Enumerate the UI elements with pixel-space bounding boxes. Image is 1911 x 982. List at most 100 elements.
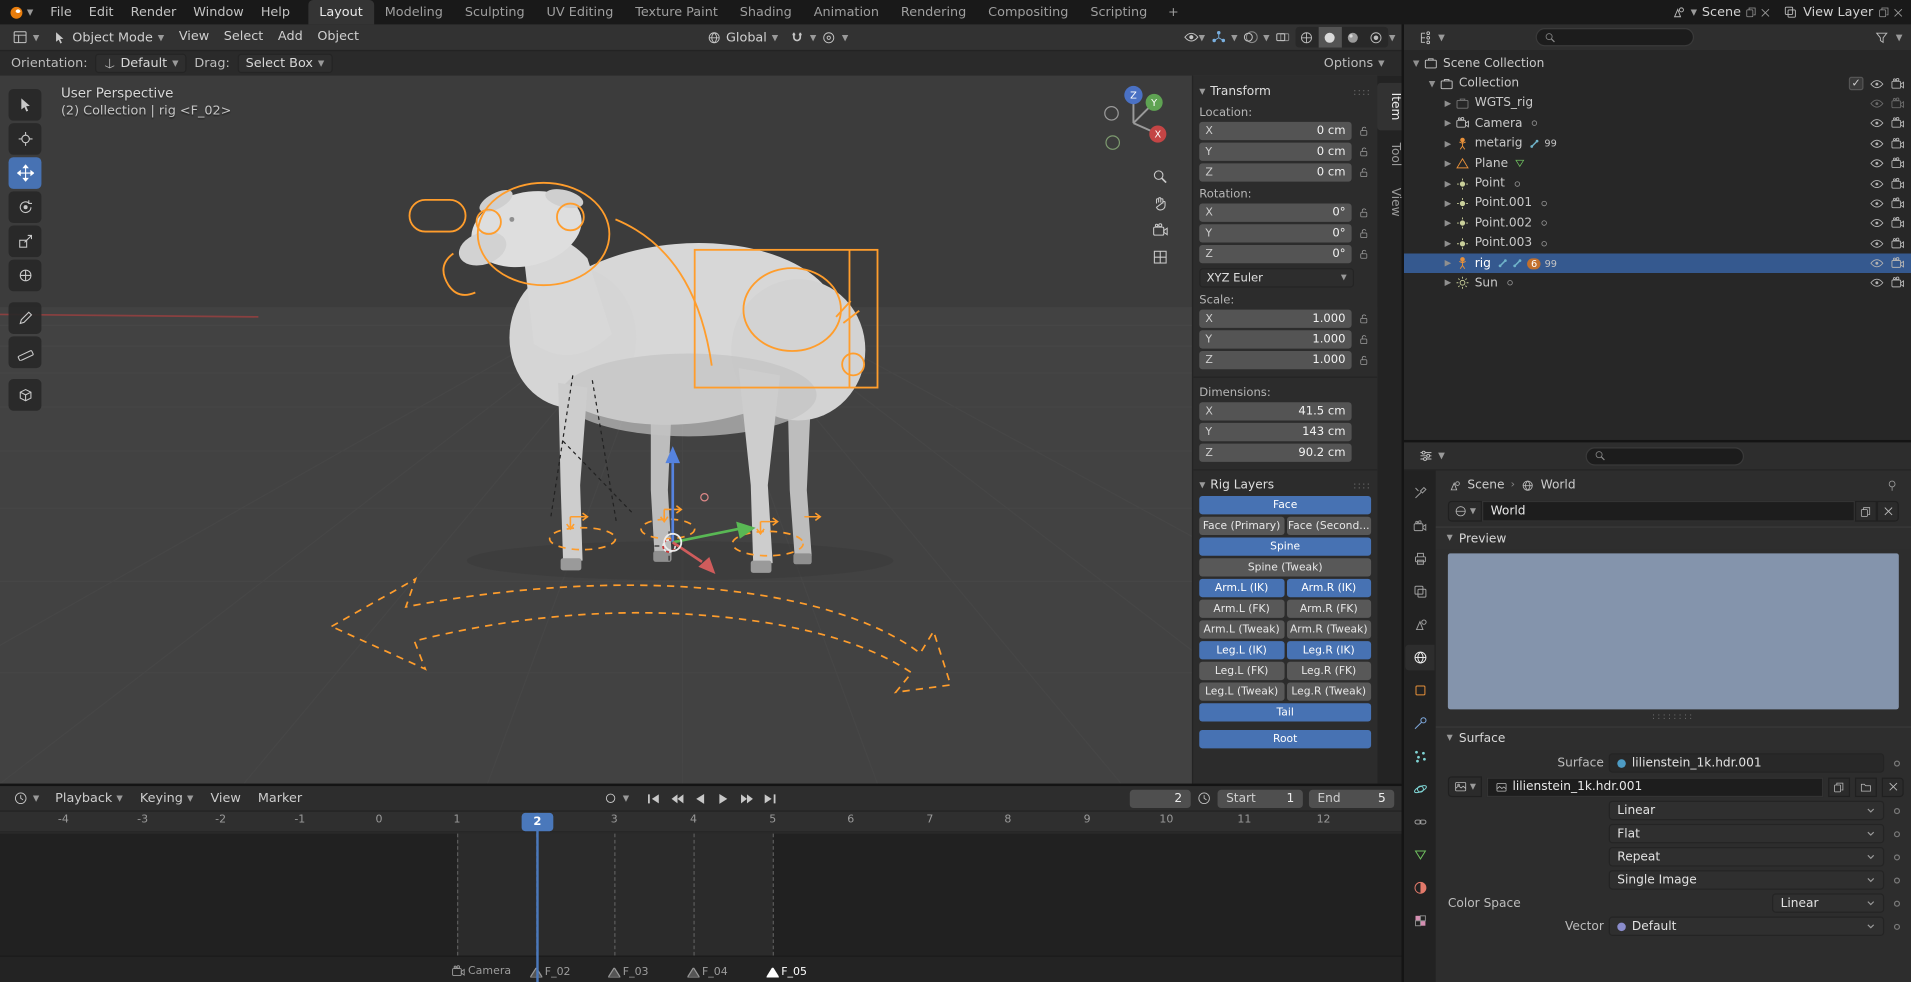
rig-layer-leg-r-ik[interactable]: Leg.R (IK) — [1286, 641, 1372, 660]
camera-view-icon[interactable] — [1152, 222, 1169, 239]
lock-icon[interactable] — [1355, 124, 1371, 137]
hide-viewport-toggle[interactable] — [1870, 136, 1885, 151]
tool-transform[interactable] — [8, 259, 42, 292]
lock-icon[interactable] — [1355, 247, 1371, 260]
timeline-marker-f-03[interactable]: F_03 — [608, 966, 649, 979]
timeline-editor-type-button[interactable]: ▾ — [7, 790, 45, 807]
default-dropdown[interactable]: Default — [1608, 916, 1885, 936]
decorator-dot[interactable] — [1889, 876, 1904, 883]
exclude-checkbox[interactable]: ✓ — [1848, 76, 1864, 91]
rig-layer-arm-l-fk[interactable]: Arm.L (FK) — [1199, 599, 1284, 618]
previous-keyframe-button[interactable] — [667, 789, 688, 809]
proportional-editing-toggle[interactable] — [817, 27, 840, 48]
repeat-dropdown[interactable]: Repeat — [1608, 847, 1885, 867]
location-x-field[interactable]: X0 cm — [1199, 121, 1352, 141]
hide-viewport-toggle[interactable] — [1870, 196, 1885, 211]
properties-tab-view-layer[interactable] — [1405, 579, 1434, 605]
rig-layer-spine-tweak[interactable]: Spine (Tweak) — [1199, 558, 1372, 577]
rotation-x-field[interactable]: X 0° — [1199, 203, 1352, 222]
open-image-button[interactable] — [1854, 776, 1877, 797]
properties-tab-particles[interactable] — [1405, 743, 1434, 769]
workspace-tab-sculpting[interactable]: Sculpting — [454, 0, 536, 24]
scene-selector[interactable]: ▾ Scene — [1671, 5, 1771, 20]
shading-material-button[interactable] — [1342, 27, 1365, 48]
timeline-menu-marker[interactable]: Marker — [249, 786, 310, 811]
object-type-visibility-button[interactable]: ▾ — [1182, 27, 1205, 48]
unlink-datablock-button[interactable] — [1876, 500, 1899, 522]
menu-window[interactable]: Window — [185, 0, 253, 24]
tool-move[interactable] — [8, 157, 42, 189]
disable-render-toggle[interactable] — [1890, 96, 1905, 111]
lock-icon[interactable] — [1355, 333, 1371, 346]
marker-strip[interactable]: Camera F_02 F_03 F_04 F_05 — [0, 955, 1402, 982]
rig-layer-spine[interactable]: Spine — [1199, 537, 1372, 556]
outliner-row-collection[interactable]: ▼ Collection ✓ — [1404, 74, 1911, 94]
outliner-row-plane[interactable]: ▶ Plane — [1404, 154, 1911, 174]
hide-viewport-toggle[interactable] — [1870, 176, 1885, 191]
current-frame-field[interactable]: 2 — [1129, 789, 1191, 808]
outliner-row-point-003[interactable]: ▶ Point.003 — [1404, 233, 1911, 253]
properties-tab-render[interactable] — [1405, 513, 1434, 539]
expander-icon[interactable]: ▼ — [1425, 79, 1440, 89]
disable-render-toggle[interactable] — [1890, 176, 1905, 191]
hide-viewport-toggle[interactable] — [1870, 156, 1885, 171]
properties-search-input[interactable] — [1585, 446, 1744, 465]
decorator-dot[interactable] — [1889, 830, 1904, 837]
hide-viewport-toggle[interactable] — [1870, 256, 1885, 271]
workspace-tab-compositing[interactable]: Compositing — [977, 0, 1079, 24]
perspective-toggle-icon[interactable] — [1152, 249, 1169, 266]
scale-z-field[interactable]: Z 1.000 — [1199, 351, 1352, 370]
decorator-dot[interactable] — [1889, 759, 1904, 766]
workspace-tab-animation[interactable]: Animation — [803, 0, 890, 24]
tool-rotate[interactable] — [8, 191, 42, 224]
view-layer-selector[interactable]: View Layer — [1784, 5, 1904, 20]
transform-panel-header[interactable]: ▾ Transform:::: — [1199, 82, 1371, 103]
tool-select-box[interactable] — [8, 88, 42, 121]
lock-icon[interactable] — [1355, 145, 1371, 158]
decorator-dot[interactable] — [1889, 900, 1904, 907]
play-button[interactable] — [713, 789, 734, 809]
outliner-row-sun[interactable]: ▶ Sun — [1404, 273, 1911, 293]
auto-keying-toggle[interactable] — [600, 789, 621, 809]
properties-tab-tool[interactable] — [1405, 480, 1434, 506]
dimensions-x-field[interactable]: X 41.5 cm — [1199, 402, 1352, 421]
duplicate-image-button[interactable] — [1828, 776, 1851, 797]
timeline-ruler[interactable]: -4-3-2-10123456789101112 — [0, 811, 1402, 833]
rig-layer-face-primary[interactable]: Face (Primary) — [1199, 516, 1284, 536]
properties-tab-texture[interactable] — [1405, 908, 1434, 934]
rig-layer-leg-r-fk[interactable]: Leg.R (FK) — [1286, 661, 1372, 681]
menu-edit[interactable]: Edit — [80, 0, 122, 24]
lock-icon[interactable] — [1355, 227, 1371, 240]
blender-menu-button[interactable]: ▾ — [0, 0, 42, 24]
sidebar-tab-view[interactable]: View — [1377, 178, 1401, 226]
next-keyframe-button[interactable] — [736, 789, 757, 809]
rotation-mode-dropdown[interactable]: XYZ Euler ▾ — [1199, 268, 1355, 288]
workspace-tab-rendering[interactable]: Rendering — [890, 0, 977, 24]
expander-icon[interactable]: ▶ — [1441, 278, 1456, 288]
outliner-row-camera[interactable]: ▶ Camera — [1404, 114, 1911, 134]
dimensions-z-field[interactable]: Z 90.2 cm — [1199, 443, 1352, 462]
disable-render-toggle[interactable] — [1890, 216, 1905, 231]
viewport-canvas[interactable]: User Perspective (2) Collection | rig <F… — [0, 75, 1402, 784]
transform-orientation-dropdown[interactable]: Global ▾ — [700, 29, 784, 46]
tool-add-cube[interactable] — [8, 379, 42, 411]
zoom-icon[interactable] — [1152, 168, 1169, 185]
options-dropdown[interactable]: Options ▾ — [1318, 55, 1391, 72]
playhead[interactable] — [536, 812, 539, 982]
decorator-dot[interactable] — [1889, 853, 1904, 860]
show-gizmo-toggle[interactable] — [1207, 27, 1230, 48]
preview-panel-header[interactable]: ▾ Preview — [1435, 526, 1911, 550]
shading-wireframe-button[interactable] — [1295, 27, 1318, 48]
outliner-row-wgts-rig[interactable]: ▶ WGTS_rig — [1404, 94, 1911, 114]
breadcrumb-world[interactable]: World — [1541, 478, 1576, 491]
editor-type-button[interactable]: ▾ — [6, 28, 45, 46]
workspace-tab-texture-paint[interactable]: Texture Paint — [624, 0, 729, 24]
tool-cursor[interactable] — [8, 123, 42, 155]
lock-icon[interactable] — [1355, 353, 1371, 366]
xray-toggle[interactable] — [1271, 27, 1294, 48]
outliner-row-point[interactable]: ▶ Point — [1404, 173, 1911, 193]
expander-icon[interactable]: ▶ — [1441, 99, 1456, 109]
panel-resize-grip[interactable]: :::::::: — [1436, 712, 1911, 722]
duplicate-icon[interactable] — [1746, 6, 1758, 18]
viewport-menu-view[interactable]: View — [172, 24, 217, 50]
